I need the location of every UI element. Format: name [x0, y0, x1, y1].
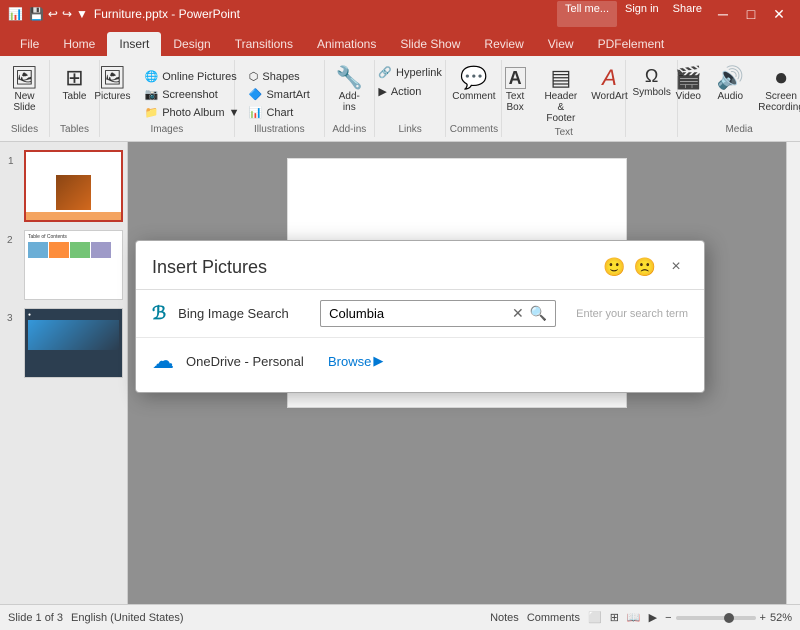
smiley-icon[interactable]: 🙂: [603, 257, 625, 278]
onedrive-label: OneDrive - Personal: [186, 354, 316, 369]
dialog-header: Insert Pictures 🙂 🙁 ×: [136, 241, 704, 289]
dialog-title: Insert Pictures: [152, 257, 267, 278]
dialog-body: ℬ Bing Image Search ✕ 🔍 Enter your searc…: [136, 289, 704, 392]
insert-pictures-dialog: Insert Pictures 🙂 🙁 × ℬ Bing Image Searc…: [135, 240, 705, 393]
search-clear-icon[interactable]: ✕: [512, 305, 524, 322]
dialog-close-btn[interactable]: ×: [664, 255, 688, 279]
dialog-emojis: 🙂 🙁: [603, 257, 656, 278]
bing-search-row: ℬ Bing Image Search ✕ 🔍 Enter your searc…: [136, 289, 704, 337]
search-go-icon[interactable]: 🔍: [530, 305, 547, 322]
bing-search-box: ✕ 🔍: [320, 300, 556, 327]
browse-label: Browse: [328, 354, 371, 369]
bing-search-label: Bing Image Search: [178, 306, 308, 321]
frown-icon[interactable]: 🙁: [634, 257, 656, 278]
bing-search-input[interactable]: [329, 306, 506, 321]
dialog-overlay: Insert Pictures 🙂 🙁 × ℬ Bing Image Searc…: [0, 0, 800, 630]
search-hint: Enter your search term: [576, 308, 688, 320]
bing-icon: ℬ: [152, 303, 166, 324]
onedrive-icon: ☁: [152, 348, 174, 374]
browse-arrow: ▶: [373, 353, 383, 369]
onedrive-row: ☁ OneDrive - Personal Browse ▶: [136, 337, 704, 384]
dialog-header-right: 🙂 🙁 ×: [603, 255, 688, 279]
browse-btn[interactable]: Browse ▶: [328, 353, 383, 369]
